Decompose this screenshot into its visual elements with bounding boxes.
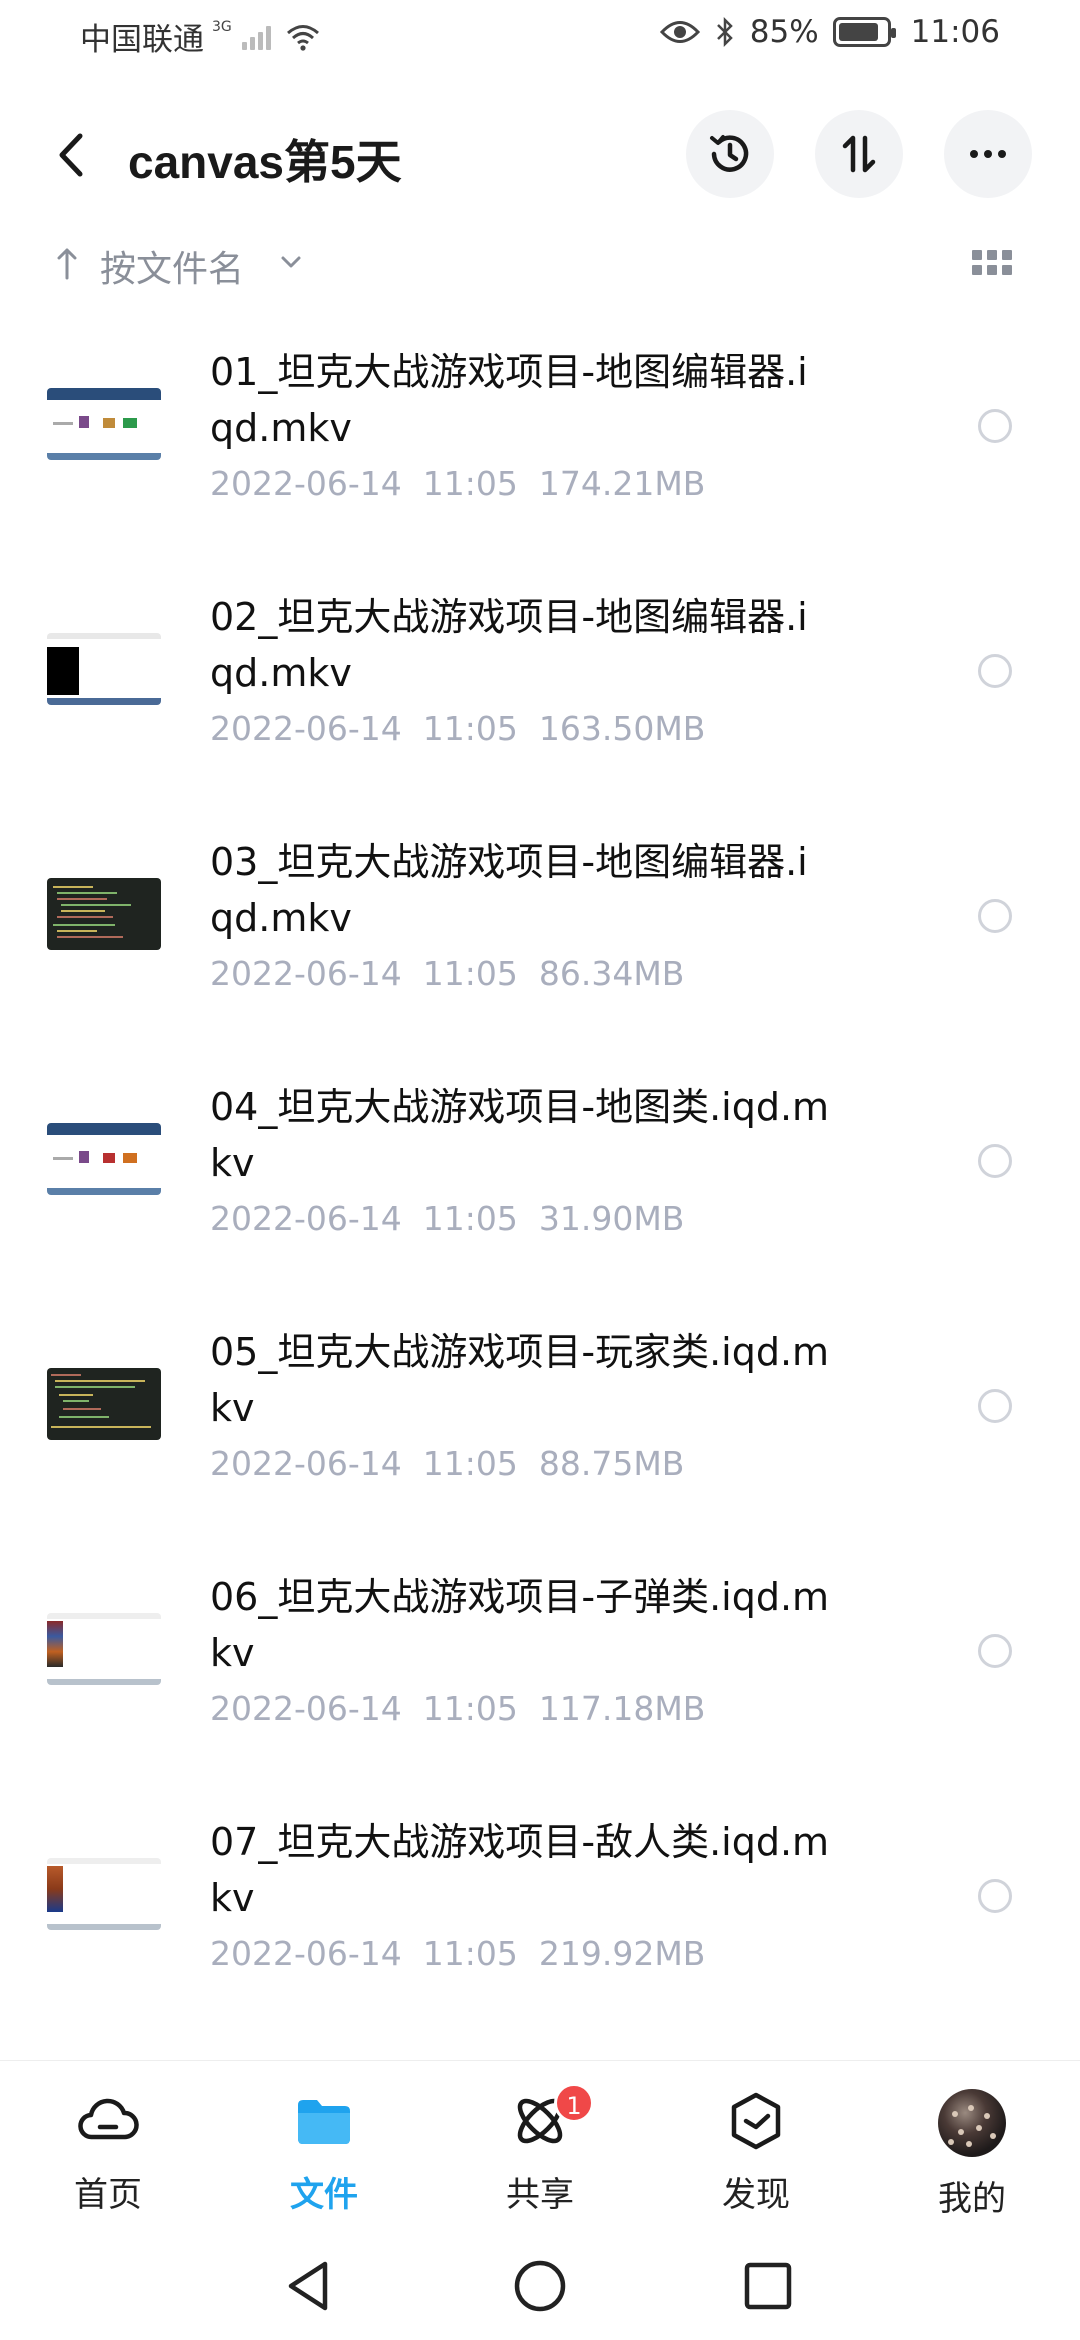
bottom-navigation: 首页 文件 1 共享 发现 我的 [0,2060,1080,2240]
video-thumbnail [47,1591,161,1705]
nav-discover[interactable]: 发现 [686,2089,826,2216]
file-size: 86.34MB [538,954,685,993]
file-list: 01_坦克大战游戏项目-地图编辑器.iqd.mkv 2022-06-14 11:… [0,324,1080,2039]
list-item[interactable]: 01_坦克大战游戏项目-地图编辑器.iqd.mkv 2022-06-14 11:… [0,324,1080,569]
select-radio[interactable] [978,409,1012,443]
file-name: 02_坦克大战游戏项目-地图编辑器.iqd.mkv [210,595,808,695]
file-date: 2022-06-14 11:05 [210,709,518,748]
top-bar: canvas第5天 [0,100,1080,210]
bluetooth-icon [716,16,733,48]
history-button[interactable] [686,110,774,198]
status-bar: 中国联通 3G 85% 11:06 [0,0,1080,72]
transfer-button[interactable] [815,110,903,198]
history-icon [710,135,749,172]
folder-icon [298,2100,350,2144]
select-radio[interactable] [978,1879,1012,1913]
file-date: 2022-06-14 11:05 [210,1689,518,1728]
nav-me-label: 我的 [938,2179,1006,2219]
system-recents-icon[interactable] [743,2258,793,2314]
more-icon [970,150,1006,158]
select-radio[interactable] [978,654,1012,688]
nav-share[interactable]: 1 共享 [470,2083,610,2216]
nav-home[interactable]: 首页 [38,2089,178,2216]
file-size: 88.75MB [538,1444,685,1483]
select-radio[interactable] [978,1144,1012,1178]
file-meta: 2022-06-14 11:05 31.90MB [210,1199,684,1238]
battery-icon [832,17,896,47]
page-title: canvas第5天 [128,136,402,188]
grid-view-icon[interactable] [972,250,1012,280]
sort-direction-icon[interactable] [56,246,78,280]
discover-cube-icon [731,2092,781,2150]
list-item[interactable]: 05_坦克大战游戏项目-玩家类.iqd.mkv 2022-06-14 11:05… [0,1304,1080,1549]
list-item[interactable]: 06_坦克大战游戏项目-子弹类.iqd.mkv 2022-06-14 11:05… [0,1549,1080,1794]
system-navigation-bar [0,2240,1080,2340]
notification-badge: 1 [554,2083,594,2123]
select-radio[interactable] [978,1634,1012,1668]
eye-icon [659,21,700,43]
file-size: 163.50MB [538,709,706,748]
sort-by-name-dropdown[interactable]: 按文件名 [100,240,244,292]
signal-icon [241,24,271,50]
carrier-label: 中国联通 [80,22,204,58]
video-thumbnail [47,856,161,970]
list-item[interactable]: 03_坦克大战游戏项目-地图编辑器.iqd.mkv 2022-06-14 11:… [0,814,1080,1059]
video-thumbnail [47,1836,161,1950]
more-button[interactable] [944,110,1032,198]
list-item[interactable]: 07_坦克大战游戏项目-敌人类.iqd.mkv 2022-06-14 11:05… [0,1794,1080,2039]
network-type: 3G [212,18,232,35]
file-date: 2022-06-14 11:05 [210,1199,518,1238]
file-date: 2022-06-14 11:05 [210,464,518,503]
list-item[interactable]: 02_坦克大战游戏项目-地图编辑器.iqd.mkv 2022-06-14 11:… [0,569,1080,814]
file-meta: 2022-06-14 11:05 88.75MB [210,1444,684,1483]
clock: 11:06 [910,14,1000,50]
nav-me[interactable]: 我的 [902,2089,1042,2220]
avatar [938,2089,1006,2157]
file-name: 03_坦克大战游戏项目-地图编辑器.iqd.mkv [210,840,808,940]
file-size: 31.90MB [538,1199,685,1238]
list-item[interactable]: 04_坦克大战游戏项目-地图类.iqd.mkv 2022-06-14 11:05… [0,1059,1080,1304]
file-meta: 2022-06-14 11:05 86.34MB [210,954,684,993]
file-name: 05_坦克大战游戏项目-玩家类.iqd.mkv [210,1330,830,1430]
select-radio[interactable] [978,899,1012,933]
battery-percent: 85% [749,14,819,50]
nav-home-label: 首页 [74,2175,142,2215]
chevron-down-icon[interactable] [280,254,302,270]
wifi-icon [286,24,319,51]
system-back-icon[interactable] [283,2258,333,2314]
file-date: 2022-06-14 11:05 [210,954,518,993]
video-thumbnail [47,366,161,480]
file-date: 2022-06-14 11:05 [210,1444,518,1483]
back-icon[interactable] [52,128,92,182]
sort-bar: 按文件名 [0,232,1080,298]
nav-discover-label: 发现 [722,2175,790,2215]
file-size: 219.92MB [538,1934,706,1973]
nav-files[interactable]: 文件 [254,2089,394,2216]
file-meta: 2022-06-14 11:05 163.50MB [210,709,705,748]
file-meta: 2022-06-14 11:05 219.92MB [210,1934,705,1973]
file-size: 174.21MB [538,464,706,503]
file-meta: 2022-06-14 11:05 174.21MB [210,464,705,503]
file-date: 2022-06-14 11:05 [210,1934,518,1973]
select-radio[interactable] [978,1389,1012,1423]
nav-files-label: 文件 [290,2175,358,2215]
system-home-icon[interactable] [512,2258,568,2314]
file-name: 06_坦克大战游戏项目-子弹类.iqd.mkv [210,1575,830,1675]
file-size: 117.18MB [538,1689,706,1728]
file-name: 07_坦克大战游戏项目-敌人类.iqd.mkv [210,1820,830,1920]
file-meta: 2022-06-14 11:05 117.18MB [210,1689,705,1728]
file-name: 01_坦克大战游戏项目-地图编辑器.iqd.mkv [210,350,808,450]
file-name: 04_坦克大战游戏项目-地图类.iqd.mkv [210,1085,830,1185]
video-thumbnail [47,611,161,725]
video-thumbnail [47,1346,161,1460]
nav-share-label: 共享 [506,2175,574,2215]
sort-toggle-icon [842,135,876,173]
video-thumbnail [47,1101,161,1215]
cloud-icon [78,2098,139,2140]
